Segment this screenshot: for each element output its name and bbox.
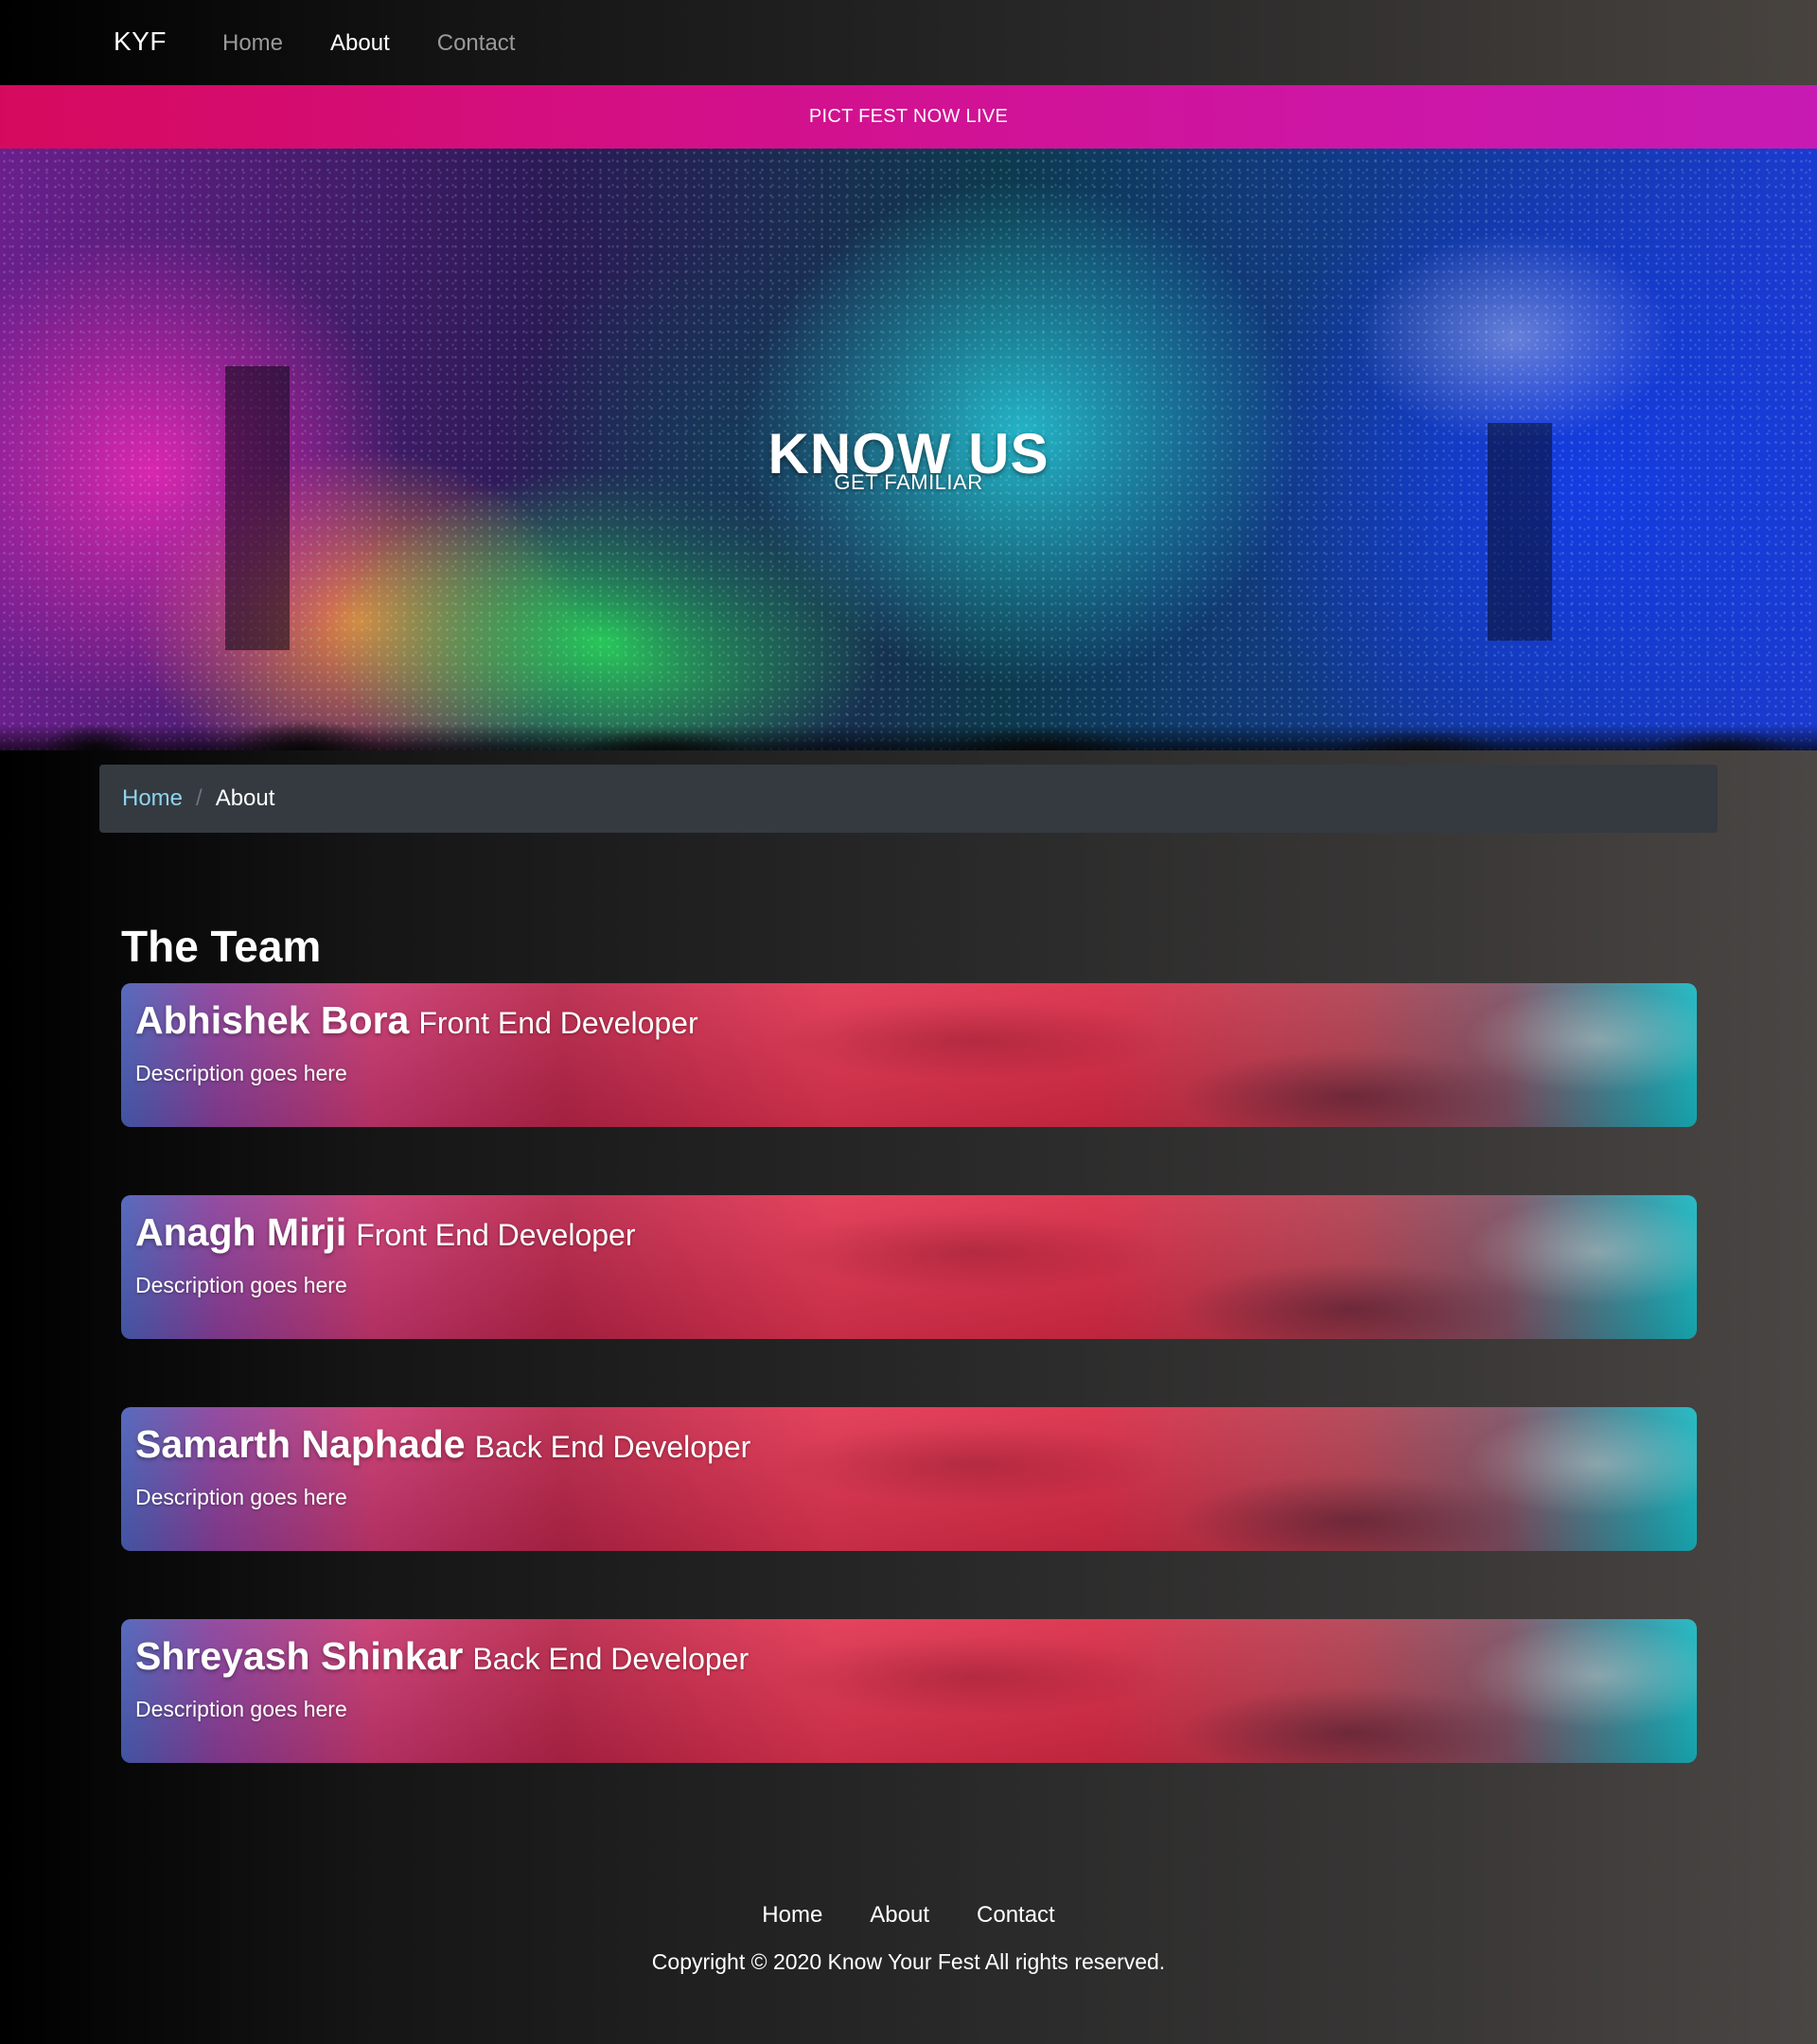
member-role: Front End Developer [356,1218,636,1252]
member-description: Description goes here [135,1273,347,1297]
hero-speaker-left [225,366,290,650]
footer-link-about[interactable]: About [870,1902,929,1929]
hero-section: KNOW US GET FAMILIAR [0,149,1817,750]
team-member-card: Samarth Naphade Back End Developer Descri… [121,1407,1697,1551]
nav-link-home[interactable]: Home [222,30,283,57]
breadcrumb-home-link[interactable]: Home [122,785,183,812]
team-member-card: Shreyash Shinkar Back End Developer Descr… [121,1619,1697,1763]
member-name: Abhishek Bora [135,998,410,1042]
breadcrumb: Home / About [99,765,1718,833]
copyright-text: Copyright © 2020 Know Your Fest All righ… [651,1949,1166,1974]
banner-text: PICT FEST NOW LIVE [808,106,1009,127]
team-member-card: Anagh Mirji Front End Developer Descripti… [121,1195,1697,1339]
footer-links: Home About Contact [0,1902,1817,1929]
member-role: Front End Developer [418,1006,698,1040]
member-name: Shreyash Shinkar [135,1634,464,1678]
member-description: Description goes here [135,1697,347,1721]
announcement-banner: PICT FEST NOW LIVE [0,85,1817,149]
member-description: Description goes here [135,1485,347,1509]
team-section-title: The Team [121,922,322,972]
member-description: Description goes here [135,1061,347,1085]
footer-link-home[interactable]: Home [762,1902,822,1929]
breadcrumb-separator: / [196,785,203,811]
brand-logo[interactable]: KYF [114,26,167,57]
team-member-card: Abhishek Bora Front End Developer Descrip… [121,983,1697,1127]
member-name: Anagh Mirji [135,1210,347,1254]
nav-links: Home About Contact [222,30,515,57]
nav-link-about[interactable]: About [330,30,390,57]
member-name: Samarth Naphade [135,1422,466,1466]
footer-link-contact[interactable]: Contact [977,1902,1055,1929]
member-role: Back End Developer [472,1642,750,1676]
nav-link-contact[interactable]: Contact [437,30,516,57]
member-role: Back End Developer [474,1430,751,1464]
hero-crowd-silhouette [0,684,1817,750]
breadcrumb-current: About [215,785,275,811]
hero-subtitle: GET FAMILIAR [834,470,983,494]
team-list: Abhishek Bora Front End Developer Descrip… [121,983,1697,1831]
top-navbar: KYF Home About Contact [0,0,1817,85]
